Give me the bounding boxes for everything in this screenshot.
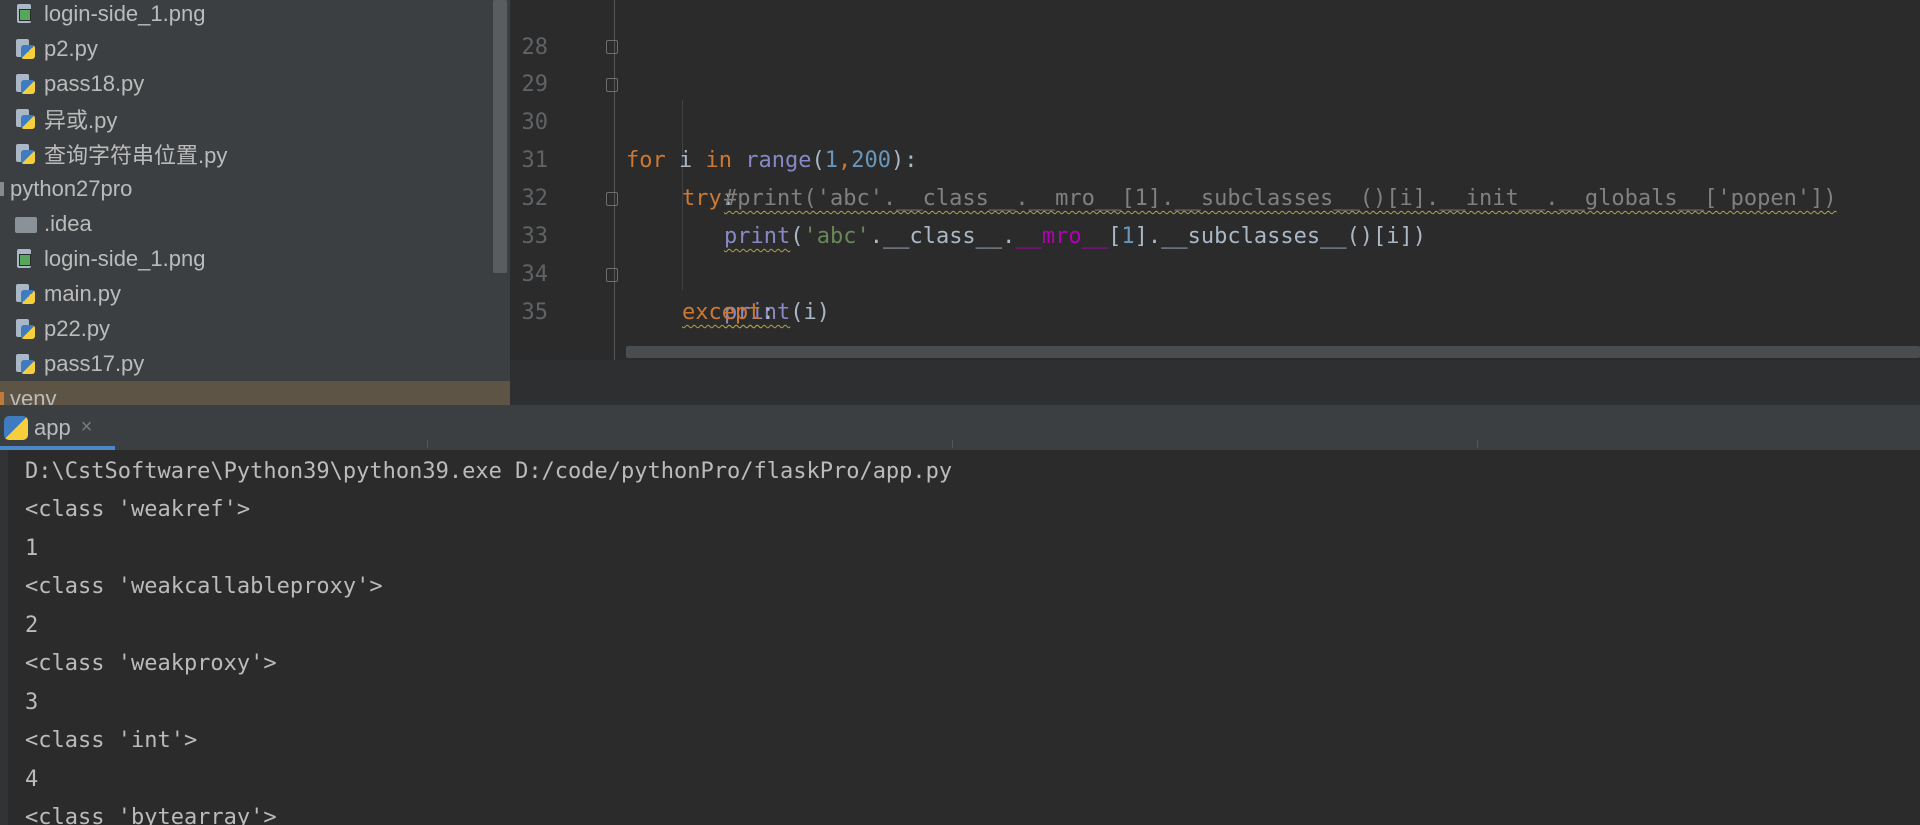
editor-empty-area [510,360,1920,405]
console-line: <class 'weakcallableproxy'> [25,574,383,599]
console-line: <class 'weakref'> [25,497,251,522]
python-run-icon [4,415,28,440]
sidebar-scrollbar[interactable] [493,0,507,273]
tree-item[interactable]: pass18.py [0,66,510,101]
code-line: 31 #print('abc'.__class__.__mro__[1].__s… [510,104,1920,211]
module-bullet-icon [0,391,4,405]
tree-item-module[interactable]: venv [0,381,510,405]
run-tab-label: app [34,414,71,440]
python-file-icon [14,318,36,340]
tree-item-label: main.py [44,280,122,306]
python-file-icon [14,73,36,95]
tree-item-label: 查询字符串位置.py [44,142,228,168]
tree-item-label: .idea [44,210,92,236]
tree-item[interactable]: 查询字符串位置.py [0,136,510,171]
tree-item[interactable]: p22.py [0,311,510,346]
close-tab-icon[interactable]: × [81,416,93,439]
python-file-icon [14,353,36,375]
console-line: <class 'weakproxy'> [25,651,277,676]
tree-item[interactable]: p2.py [0,31,510,66]
console-line: 4 [25,767,39,792]
tree-item-label: p2.py [44,35,98,61]
console-line: <class 'bytearray'> [25,805,277,825]
tree-item-label: pass17.py [44,350,145,376]
code-line: 32 print('abc'.__class__.__mro__[1].__su… [510,142,1920,249]
code-line: 30 try: [510,66,1920,211]
header-divider [952,440,953,448]
tree-item-label: login-side_1.png [44,0,206,26]
tree-item[interactable]: main.py [0,276,510,311]
tree-item-label: p22.py [44,315,111,341]
python-file-icon [14,283,36,305]
header-divider [1477,440,1478,448]
folder-icon [14,213,37,235]
tree-item-module[interactable]: python27pro [0,171,510,206]
line-number: 35 [521,300,549,325]
run-tool-window-header: app × [0,405,1920,451]
console-gutter [0,450,8,825]
code-line: 33 print(i) [510,180,1920,325]
tree-item[interactable]: 异或.py [0,101,510,136]
editor-horizontal-scrollbar[interactable] [626,346,1920,358]
code-line: 28 [510,0,1920,60]
fold-marker-icon[interactable] [606,78,618,92]
tree-item[interactable]: login-side_1.png [0,0,510,31]
code-line: 29 for i in range(1,200): [510,28,1920,173]
python-file-icon [14,108,36,130]
tree-item-label: python27pro [10,175,133,201]
console-line: <class 'int'> [25,728,198,753]
tree-item-folder[interactable]: .idea [0,206,510,241]
run-console-output[interactable]: D:\CstSoftware\Python39\python39.exe D:/… [0,450,1920,825]
python-file-icon [14,143,36,165]
image-file-icon [14,3,36,25]
console-line: 2 [25,613,39,638]
project-tree-panel: login-side_1.png p2.py pass18.py 异或.py 查… [0,0,510,405]
tree-item-label: venv [10,385,57,406]
console-line: 3 [25,690,39,715]
console-line: D:\CstSoftware\Python39\python39.exe D:/… [25,459,953,484]
tree-item[interactable]: login-side_1.png [0,241,510,276]
code-editor[interactable]: 28 29 for i in range(1,200): 30 try: 31 … [510,0,1920,405]
code-line: 34 except: [510,218,1920,325]
fold-marker-icon[interactable] [606,40,618,54]
fold-end-marker-icon[interactable] [606,192,618,206]
tree-item[interactable]: pass17.py [0,346,510,381]
tree-item-label: pass18.py [44,70,145,96]
python-file-icon [14,38,36,60]
code-line: 35 pass [510,256,1920,401]
console-line: 1 [25,536,39,561]
run-tab-app[interactable]: app × [0,405,115,450]
image-file-icon [14,248,36,270]
header-divider [427,440,428,448]
module-bullet-icon [0,181,4,196]
fold-end-marker-icon[interactable] [606,268,618,282]
tree-item-label: login-side_1.png [44,245,206,271]
tree-item-label: 异或.py [44,107,118,133]
code-text: except: [682,300,775,325]
